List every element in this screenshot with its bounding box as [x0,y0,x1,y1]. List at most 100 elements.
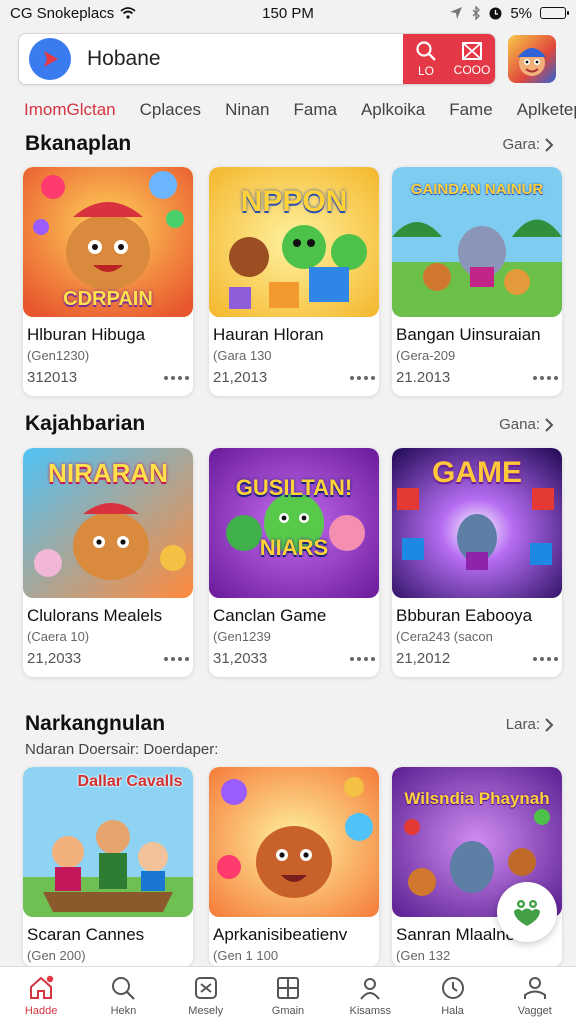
location-icon [450,7,463,19]
tab-5[interactable]: Fame [449,100,516,120]
nav-label: Hekn [110,1004,137,1017]
game-subtitle: (Gen 200) [27,948,86,963]
nav-profile[interactable]: Vagget [494,967,576,1024]
game-date: 21,2013 [213,369,268,386]
game-art-title: GUSILTAN! NIARS [235,475,353,560]
tab-0[interactable]: ImomGlctan [24,100,140,120]
game-card[interactable]: GAINDAN NAINUR Bangan Uinsuraian (Gera-2… [392,167,562,396]
game-thumbnail: GAINDAN NAINUR [392,167,562,317]
game-thumbnail: NIRARAN [23,448,193,598]
tab-3[interactable]: Fama [293,100,360,120]
game-thumbnail: NPPON [209,167,379,317]
nav-person[interactable]: Kisamss [329,967,411,1024]
more-options-icon[interactable] [533,656,558,661]
chevron-right-icon [545,137,554,152]
game-card[interactable]: GUSILTAN! NIARS Canclan Game (Gen1239 31… [209,448,379,677]
section-more-label: Gana: [499,416,540,433]
search-button[interactable]: LO [403,34,449,84]
more-options-icon[interactable] [350,375,375,380]
profile-icon [523,976,546,999]
game-date: 21.2013 [396,369,451,386]
game-card[interactable]: Dallar Cavalls Scaran Cannes (Gen 200) [23,767,193,967]
person-icon [360,977,381,1000]
game-subtitle: (Caera 10) [27,629,90,644]
nav-games[interactable]: Mesely [165,967,247,1024]
floating-assistant-button[interactable] [497,882,557,942]
search-button-label: LO [417,64,434,78]
nav-grid[interactable]: Gmain [247,967,329,1024]
section-subtitle: Ndaran Doersair: Doerdaper: [25,741,219,758]
nav-label: Hala [441,1004,464,1017]
bluetooth-icon [472,6,481,20]
nav-label: Hadde [24,1004,58,1017]
category-tabs: ImomGlctan Cplaces Ninan Fama Aplkoika F… [0,96,576,124]
game-date: 21,2012 [396,650,451,667]
tab-6[interactable]: Aplketeplces [517,100,576,120]
more-options-icon[interactable] [164,375,189,380]
game-art-title: Dallar Cavalls [77,773,183,790]
game-card[interactable]: NPPON Hauran Hloran (Gara 130 21,2013 [209,167,379,396]
game-name: Scaran Cannes [27,925,145,944]
game-name: Aprkanisibeatienv [213,925,348,944]
tab-4[interactable]: Aplkoika [361,100,449,120]
game-art-title: NIRARAN [48,458,168,488]
battery-icon [540,7,569,19]
nav-label: Mesely [188,1004,224,1017]
section-title: Kajahbarian [25,412,146,435]
nav-search[interactable]: Hekn [82,967,164,1024]
games-icon [194,976,217,999]
search-icon [112,976,136,1000]
tab-2[interactable]: Ninan [225,100,293,120]
search-bar[interactable]: Hobane LO COOO [18,33,496,85]
game-thumbnail: GUSILTAN! NIARS [209,448,379,598]
game-date: 31,2033 [213,650,268,667]
more-options-icon[interactable] [164,656,189,661]
game-art-title: CDRPAIN [63,288,153,310]
section-more-link[interactable]: Gara: [502,136,554,153]
game-card[interactable]: Aprkanisibeatienv (Gen 1 100 [209,767,379,967]
game-card[interactable]: GAME Bbburan Eabooya (Cera243 (sacon 21,… [392,448,562,677]
game-art-title: GAINDAN NAINUR [410,181,544,198]
mail-button[interactable]: COOO [449,34,495,84]
section-more-link[interactable]: Gana: [499,416,554,433]
game-card[interactable]: NIRARAN Clulorans Mealels (Caera 10) 21,… [23,448,193,677]
game-name: Hauran Hloran [213,325,324,344]
game-subtitle: (Gen1230) [27,348,90,363]
section-title: Narkangnulan [25,712,166,735]
heart-face-icon [514,900,540,926]
nav-label: Kisamss [349,1004,392,1017]
nav-timer[interactable]: Hala [411,967,493,1024]
game-name: Bbburan Eabooya [396,606,533,625]
user-avatar[interactable] [508,35,556,83]
nav-home[interactable]: Hadde [0,967,82,1024]
bottom-navigation: Hadde Hekn Mesely Gmain Kisamss Hala Vag… [0,966,576,1024]
section-more-label: Gara: [502,136,540,153]
game-thumbnail: CDRPAIN [23,167,193,317]
more-options-icon[interactable] [533,375,558,380]
game-name: Bangan Uinsuraian [396,325,541,344]
wifi-icon [120,7,136,19]
home-icon [30,975,54,999]
chevron-right-icon [545,417,554,432]
tab-1[interactable]: Cplaces [140,100,225,120]
search-input[interactable]: Hobane [71,47,403,71]
game-name: Clulorans Mealels [27,606,163,625]
nav-label: Vagget [517,1004,552,1017]
game-art-title: NPPON [240,185,348,218]
nav-label: Gmain [271,1004,305,1017]
game-date: 21,2033 [27,650,82,667]
game-subtitle: (Gara 130 [213,348,272,363]
alarm-icon [489,7,502,19]
more-options-icon[interactable] [350,656,375,661]
section-more-link[interactable]: Lara: [506,716,554,733]
timer-icon [441,976,464,999]
game-card[interactable]: CDRPAIN Hlburan Hibuga (Gen1230) 312013 [23,167,193,396]
game-name: Hlburan Hibuga [27,325,146,344]
app-logo-icon[interactable] [29,38,71,80]
search-row: Hobane LO COOO [18,32,560,86]
mail-icon [462,42,482,60]
game-thumbnail [209,767,379,917]
game-name: Canclan Game [213,606,327,625]
game-subtitle: (Gen 132 [396,948,451,963]
game-thumbnail: Dallar Cavalls [23,767,193,917]
